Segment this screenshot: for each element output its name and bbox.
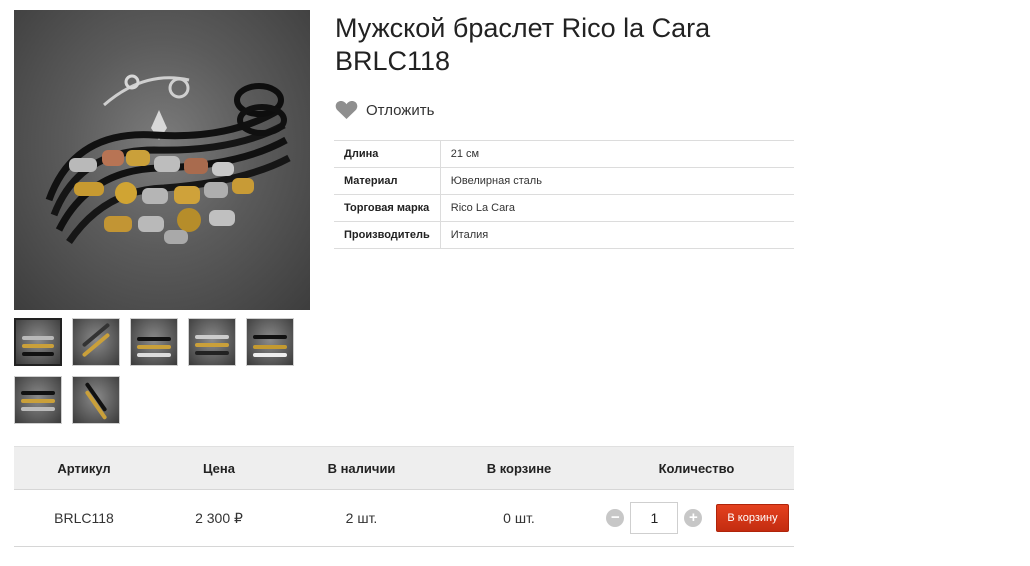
- header-price: Цена: [154, 446, 284, 490]
- thumbnail-7[interactable]: [72, 376, 120, 424]
- thumbnail-2[interactable]: [72, 318, 120, 366]
- thumbnail-1[interactable]: [14, 318, 62, 366]
- decrease-quantity-button[interactable]: −: [606, 509, 625, 527]
- property-value: Rico La Cara: [440, 194, 794, 222]
- thumbnail-6[interactable]: [14, 376, 62, 424]
- thumbnail-5[interactable]: [246, 318, 294, 366]
- wishlist-button[interactable]: Отложить: [335, 99, 434, 121]
- property-key: Производитель: [334, 221, 441, 249]
- property-row: Торговая марка Rico La Cara: [334, 194, 794, 222]
- stock-value: 2 шт.: [284, 489, 439, 547]
- property-key: Длина: [334, 140, 441, 168]
- quantity-cell: − + В корзину: [599, 489, 794, 547]
- heart-icon: [335, 100, 358, 120]
- header-stock: В наличии: [284, 446, 439, 490]
- property-row: Производитель Италия: [334, 221, 794, 249]
- property-key: Торговая марка: [334, 194, 441, 222]
- add-to-cart-button[interactable]: В корзину: [716, 504, 789, 532]
- quantity-input[interactable]: [630, 502, 679, 534]
- thumbnail-4[interactable]: [188, 318, 236, 366]
- property-value: 21 см: [440, 140, 794, 168]
- purchase-table: Артикул Цена В наличии В корзине Количес…: [14, 446, 794, 547]
- price-value: 2 300 ₽: [154, 489, 284, 547]
- header-in-cart: В корзине: [439, 446, 599, 490]
- property-key: Материал: [334, 167, 441, 195]
- bracelet-illustration: [45, 74, 291, 244]
- in-cart-value: 0 шт.: [439, 489, 599, 547]
- property-value: Ювелирная сталь: [440, 167, 794, 195]
- property-row: Длина 21 см: [334, 140, 794, 168]
- increase-quantity-button[interactable]: +: [684, 509, 703, 527]
- properties-table: Длина 21 см Материал Ювелирная сталь Тор…: [334, 140, 794, 249]
- table-row: BRLC118 2 300 ₽ 2 шт. 0 шт. − + В корзин…: [14, 489, 794, 547]
- thumbnail-3[interactable]: [130, 318, 178, 366]
- header-sku: Артикул: [14, 446, 154, 490]
- property-value: Италия: [440, 221, 794, 249]
- property-row: Материал Ювелирная сталь: [334, 167, 794, 195]
- product-title: Мужской браслет Rico la Cara BRLC118: [335, 13, 711, 76]
- purchase-header-row: Артикул Цена В наличии В корзине Количес…: [14, 446, 794, 490]
- header-quantity: Количество: [599, 446, 794, 490]
- wishlist-label: Отложить: [366, 101, 435, 119]
- quantity-stepper: − + В корзину: [600, 502, 793, 534]
- sku-value: BRLC118: [14, 489, 154, 547]
- product-main-image[interactable]: [14, 10, 310, 310]
